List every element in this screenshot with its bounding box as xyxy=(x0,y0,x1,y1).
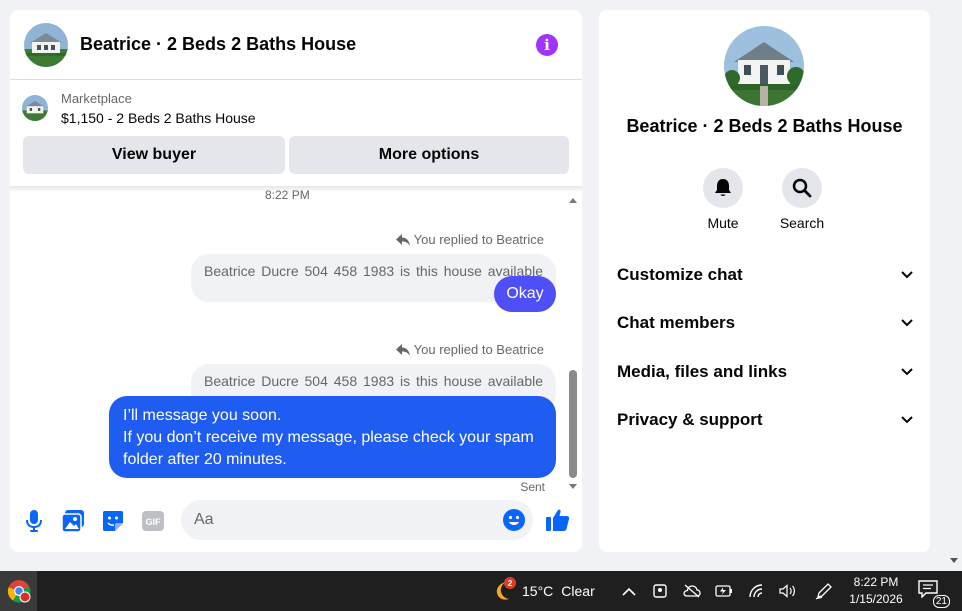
reply-note-text: You replied to Beatrice xyxy=(413,342,544,357)
search-icon[interactable] xyxy=(782,168,822,208)
chevron-down-icon xyxy=(901,271,913,279)
thumbs-up-icon[interactable] xyxy=(545,507,571,533)
system-clock[interactable]: 8:22 PM 1/15/2026 xyxy=(836,574,916,608)
search-button[interactable]: Search xyxy=(772,168,832,231)
message-status: Sent xyxy=(520,480,545,494)
chevron-down-icon xyxy=(901,319,913,327)
weather-badge: 2 xyxy=(504,577,516,589)
weather-temp: 15°C xyxy=(522,583,554,599)
chrome-taskbar-icon[interactable] xyxy=(0,571,37,611)
chat-panel: Beatrice · 2 Beds 2 Baths House i Market… xyxy=(10,10,582,552)
chevron-down-icon xyxy=(901,416,913,424)
reply-icon xyxy=(395,233,410,246)
reply-note-text: You replied to Beatrice xyxy=(413,232,544,247)
menu-media-files-links[interactable]: Media, files and links xyxy=(617,357,913,387)
message-thread[interactable]: 8:22 PM You replied to Beatrice Beatrice… xyxy=(10,188,582,494)
onedrive-offline-icon[interactable] xyxy=(683,582,701,600)
message-timestamp: 8:22 PM xyxy=(265,188,310,202)
weather-condition: Clear xyxy=(561,583,595,599)
menu-label: Chat members xyxy=(617,313,736,332)
meet-now-icon[interactable] xyxy=(651,582,669,600)
clock-time: 8:22 PM xyxy=(853,575,899,589)
emoji-icon[interactable] xyxy=(503,509,525,531)
view-buyer-button[interactable]: View buyer xyxy=(23,136,285,174)
microphone-icon[interactable] xyxy=(22,509,46,533)
svg-text:GIF: GIF xyxy=(146,517,162,527)
menu-chat-members[interactable]: Chat members xyxy=(617,308,913,338)
conversation-details-panel: Beatrice · 2 Beds 2 Baths House Mute Sea… xyxy=(599,10,930,552)
volume-icon[interactable] xyxy=(779,582,797,600)
search-label: Search xyxy=(779,215,825,231)
message-line: folder after 20 minutes. xyxy=(123,451,287,468)
marketplace-listing[interactable]: Marketplace $1,150 - 2 Beds 2 Baths Hous… xyxy=(10,80,582,136)
chat-header: Beatrice · 2 Beds 2 Baths House i xyxy=(10,10,582,80)
marketplace-label: Marketplace xyxy=(61,90,132,106)
weather-widget[interactable]: 2 15°C Clear xyxy=(492,577,595,602)
scroll-up-arrow[interactable] xyxy=(569,198,577,203)
bell-icon[interactable] xyxy=(703,168,743,208)
reply-note: You replied to Beatrice xyxy=(395,342,544,357)
menu-customize-chat[interactable]: Customize chat xyxy=(617,260,913,290)
battery-icon[interactable] xyxy=(715,582,733,600)
profile-name: Beatrice · 2 Beds 2 Baths House xyxy=(626,116,903,136)
message-bubble[interactable]: Okay xyxy=(494,276,556,312)
mute-button[interactable]: Mute xyxy=(693,168,753,231)
message-input[interactable] xyxy=(181,500,481,540)
reply-icon xyxy=(395,343,410,356)
chevron-down-icon xyxy=(901,368,913,376)
menu-label: Customize chat xyxy=(617,265,743,284)
more-options-button[interactable]: More options xyxy=(289,136,569,174)
reply-note: You replied to Beatrice xyxy=(395,232,544,247)
listing-title: $1,150 - 2 Beds 2 Baths House xyxy=(61,109,256,126)
message-input-container xyxy=(181,500,533,540)
thread-scrollbar[interactable] xyxy=(567,190,579,489)
photo-icon[interactable] xyxy=(61,509,85,533)
scroll-down-arrow[interactable] xyxy=(569,484,577,489)
notification-count: 21 xyxy=(932,595,950,608)
mute-label: Mute xyxy=(707,215,739,231)
sticker-icon[interactable] xyxy=(101,509,125,533)
wifi-icon[interactable] xyxy=(749,582,767,600)
taskbar: 2 15°C Clear 8:22 PM 1/15/2026 21 xyxy=(0,571,962,611)
profile-avatar[interactable] xyxy=(724,26,804,106)
message-line: If you don’t receive my message, please … xyxy=(123,429,534,446)
pen-icon[interactable] xyxy=(815,582,833,600)
scroll-thumb[interactable] xyxy=(569,370,577,478)
page-scroll-down-arrow[interactable] xyxy=(950,558,958,563)
listing-actions: View buyer More options xyxy=(10,136,582,174)
info-icon[interactable]: i xyxy=(536,33,558,56)
notification-center-icon[interactable]: 21 xyxy=(918,580,950,608)
menu-label: Media, files and links xyxy=(617,362,788,381)
message-composer: GIF xyxy=(10,500,582,542)
chat-title: Beatrice · 2 Beds 2 Baths House xyxy=(80,34,357,54)
chevron-up-icon[interactable] xyxy=(620,582,638,600)
message-line: I’ll message you soon. xyxy=(123,407,282,424)
listing-thumbnail xyxy=(22,95,48,121)
clock-date: 1/15/2026 xyxy=(849,592,903,606)
menu-privacy-support[interactable]: Privacy & support xyxy=(617,405,913,435)
menu-label: Privacy & support xyxy=(617,410,763,429)
avatar[interactable] xyxy=(24,22,68,67)
gif-icon[interactable]: GIF xyxy=(141,509,165,533)
message-bubble[interactable]: I’ll message you soon. If you don’t rece… xyxy=(109,396,556,478)
moon-icon: 2 xyxy=(492,577,516,602)
